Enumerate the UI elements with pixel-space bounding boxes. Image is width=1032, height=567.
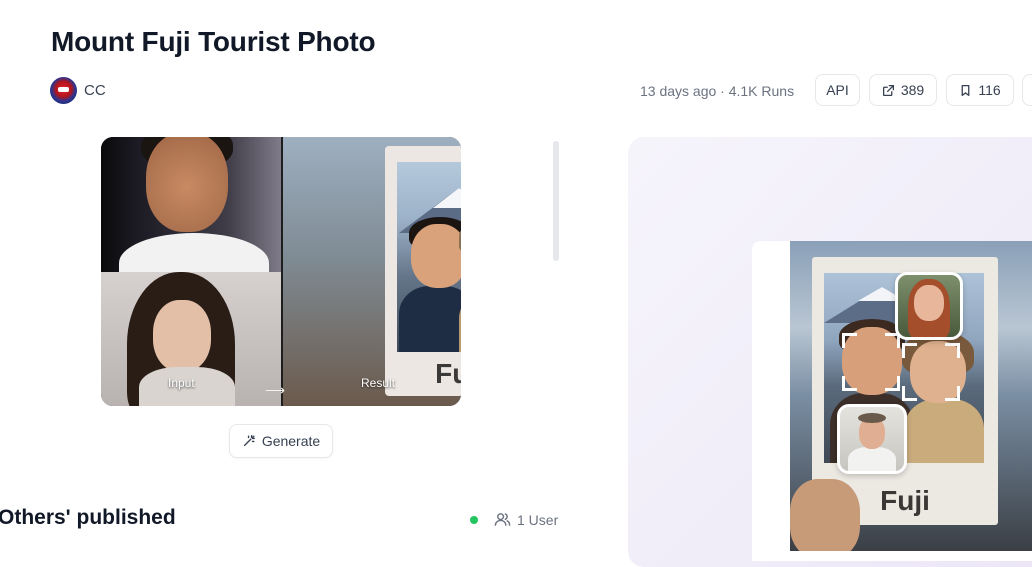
generate-button[interactable]: Generate xyxy=(229,424,333,458)
api-label: API xyxy=(826,82,849,98)
input-face-1 xyxy=(101,137,281,272)
face-detect-bracket xyxy=(842,333,900,391)
online-users: 1 User xyxy=(470,511,558,528)
result-image: Fuji xyxy=(281,137,461,406)
api-button[interactable]: API xyxy=(815,74,860,106)
author-name[interactable]: CC xyxy=(84,82,106,99)
preview-image: Fuji Input ⟶ Result xyxy=(101,137,461,406)
divider xyxy=(281,137,283,406)
face-thumbnail xyxy=(837,404,907,474)
author[interactable]: CC xyxy=(50,77,106,104)
users-count: 1 User xyxy=(517,511,559,528)
generate-label: Generate xyxy=(261,433,321,449)
magic-wand-icon xyxy=(243,435,255,447)
more-button[interactable] xyxy=(1022,74,1032,106)
external-link-icon xyxy=(882,84,894,96)
online-status-dot xyxy=(470,515,478,524)
bookmark-button[interactable]: 116 xyxy=(946,74,1014,106)
face-thumbnail xyxy=(895,272,963,340)
input-caption: Input xyxy=(168,376,195,390)
bookmark-icon xyxy=(961,84,970,96)
polaroid-frame: Fuji xyxy=(385,146,461,396)
users-icon xyxy=(494,513,511,526)
bookmark-count: 116 xyxy=(978,82,1001,98)
frame-text: Fuji xyxy=(435,358,461,389)
others-published-heading: Others' published xyxy=(0,506,176,529)
face-detect-bracket xyxy=(902,343,960,401)
page-title: Mount Fuji Tourist Photo xyxy=(51,26,376,57)
demo-card: Fuji xyxy=(752,241,1032,561)
publish-meta: 13 days ago · 4.1K Runs xyxy=(640,83,795,99)
demo-image: Fuji xyxy=(790,241,1032,551)
share-count: 389 xyxy=(900,82,925,98)
share-button[interactable]: 389 xyxy=(869,74,937,106)
scrollbar[interactable] xyxy=(553,141,559,261)
result-caption: Result xyxy=(361,376,396,390)
demo-panel: Fuji xyxy=(628,137,1032,567)
avatar[interactable] xyxy=(50,77,77,104)
arrow-right-icon: ⟶ xyxy=(265,382,286,398)
